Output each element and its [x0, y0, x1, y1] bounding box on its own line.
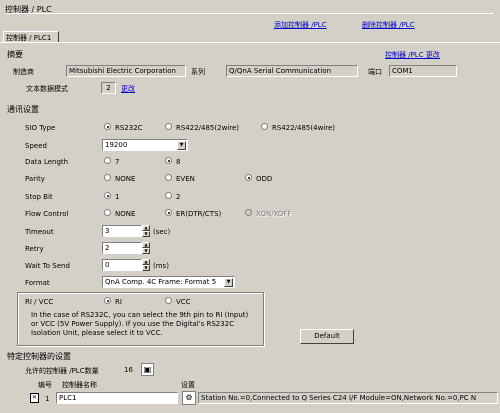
- format-select[interactable]: QnA Comp. 4C Frame: Format 5 ▼: [102, 276, 235, 288]
- retry-stepper[interactable]: ▲ ▼: [142, 242, 150, 254]
- stop-bit-1-radio[interactable]: [104, 192, 111, 199]
- flow-xon-radio: [245, 209, 252, 216]
- col-name-header: 控制器名称: [62, 381, 97, 389]
- delete-row-icon[interactable]: ✕: [30, 393, 39, 403]
- sio-rs422-2wire-radio[interactable]: [165, 123, 172, 130]
- allowed-count-label: 允许的控制器 /PLC数量: [25, 367, 99, 375]
- manufacturer-label: 制造商: [13, 68, 34, 76]
- chevron-down-icon[interactable]: ▼: [224, 278, 233, 287]
- comm-settings-title: 通讯设置: [7, 105, 39, 114]
- allowed-count-value: 16: [124, 366, 133, 374]
- text-mode-field: 2: [101, 82, 116, 94]
- parity-odd-label: ODD: [256, 175, 273, 183]
- sio-rs422-2wire-label: RS422/485(2wire): [176, 124, 240, 132]
- parity-label: Parity: [25, 175, 45, 183]
- data-length-label: Data Length: [25, 158, 69, 166]
- data-length-7-label: 7: [115, 158, 120, 166]
- sio-type-label: SIO Type: [25, 124, 56, 132]
- retry-input[interactable]: 2: [102, 242, 142, 254]
- spin-down-icon[interactable]: ▼: [142, 248, 150, 254]
- specific-settings-title: 特定控制器的设置: [7, 352, 71, 361]
- port-field: COM1: [389, 65, 457, 77]
- controller-name-input[interactable]: PLC1: [56, 392, 178, 404]
- vcc-radio[interactable]: [165, 297, 172, 304]
- delete-controller-link[interactable]: 删除控制器 /PLC: [362, 20, 415, 30]
- flow-xon-label: XON/XOFF: [256, 210, 292, 218]
- ri-vcc-note: In the case of RS232C, you can select th…: [31, 311, 249, 337]
- stop-bit-1-label: 1: [115, 193, 120, 201]
- col-settings-header: 设置: [181, 381, 195, 389]
- wait-to-send-stepper[interactable]: ▲ ▼: [142, 259, 150, 271]
- ri-vcc-label: RI / VCC: [25, 298, 54, 306]
- wait-to-send-label: Wait To Send: [25, 262, 70, 270]
- flow-none-label: NONE: [115, 210, 136, 218]
- summary-title: 摘要: [7, 50, 23, 59]
- spin-down-icon[interactable]: ▼: [142, 231, 150, 237]
- ri-radio[interactable]: [104, 297, 111, 304]
- data-length-8-label: 8: [176, 158, 181, 166]
- parity-even-radio[interactable]: [165, 174, 172, 181]
- timeout-stepper[interactable]: ▲ ▼: [142, 225, 150, 237]
- manufacturer-field: Mitsubishi Electric Corporation: [66, 65, 186, 77]
- vcc-label: VCC: [176, 298, 191, 306]
- default-button[interactable]: Default: [300, 329, 354, 344]
- row-number: 1: [45, 395, 50, 403]
- retry-label: Retry: [25, 245, 44, 253]
- spin-down-icon[interactable]: ▼: [142, 265, 150, 271]
- row-settings-field: Station No.=0,Connected to Q Series C24 …: [198, 392, 498, 404]
- stop-bit-2-label: 2: [176, 193, 181, 201]
- text-mode-label: 文本数据模式: [26, 85, 68, 93]
- col-number-header: 编号: [38, 381, 52, 389]
- settings-icon[interactable]: ⚙: [182, 391, 196, 405]
- format-value: QnA Comp. 4C Frame: Format 5: [105, 278, 217, 286]
- data-length-7-radio[interactable]: [104, 157, 111, 164]
- port-label: 端口: [368, 68, 382, 76]
- series-field: Q/QnA Serial Communication: [226, 65, 358, 77]
- flow-er-label: ER(DTR/CTS): [176, 210, 222, 218]
- wait-to-send-unit: (ms): [153, 262, 169, 270]
- wait-to-send-input[interactable]: 0: [102, 259, 142, 271]
- chevron-down-icon[interactable]: ▼: [177, 141, 186, 150]
- divider: [5, 13, 493, 14]
- add-device-icon[interactable]: ▣: [141, 363, 154, 376]
- parity-none-label: NONE: [115, 175, 136, 183]
- sio-rs232c-label: RS232C: [115, 124, 143, 132]
- speed-label: Speed: [25, 142, 47, 150]
- tab-plc1[interactable]: 控制器 / PLC1: [3, 31, 59, 42]
- ri-label: RI: [115, 298, 122, 306]
- tab-underline: [0, 42, 500, 43]
- sio-rs422-4wire-radio[interactable]: [261, 123, 268, 130]
- data-length-8-radio[interactable]: [165, 157, 172, 164]
- parity-even-label: EVEN: [176, 175, 195, 183]
- sio-rs232c-radio[interactable]: [104, 123, 111, 130]
- parity-odd-radio[interactable]: [245, 174, 252, 181]
- timeout-input[interactable]: 3: [102, 225, 142, 237]
- flow-none-radio[interactable]: [104, 209, 111, 216]
- parity-none-radio[interactable]: [104, 174, 111, 181]
- stop-bit-label: Stop Bit: [25, 193, 53, 201]
- add-controller-link[interactable]: 添加控制器 /PLC: [274, 20, 327, 30]
- series-label: 系列: [191, 68, 205, 76]
- flow-er-radio[interactable]: [165, 209, 172, 216]
- speed-select[interactable]: 19200 ▼: [102, 139, 188, 151]
- change-controller-link[interactable]: 控制器 /PLC 更改: [385, 50, 440, 60]
- timeout-unit: (sec): [153, 228, 171, 236]
- speed-value: 19200: [105, 141, 128, 149]
- flow-control-label: Flow Control: [25, 210, 69, 218]
- stop-bit-2-radio[interactable]: [165, 192, 172, 199]
- timeout-label: Timeout: [25, 228, 54, 236]
- format-label: Format: [25, 279, 50, 287]
- change-text-mode-link[interactable]: 更改: [121, 84, 135, 94]
- sio-rs422-4wire-label: RS422/485(4wire): [272, 124, 336, 132]
